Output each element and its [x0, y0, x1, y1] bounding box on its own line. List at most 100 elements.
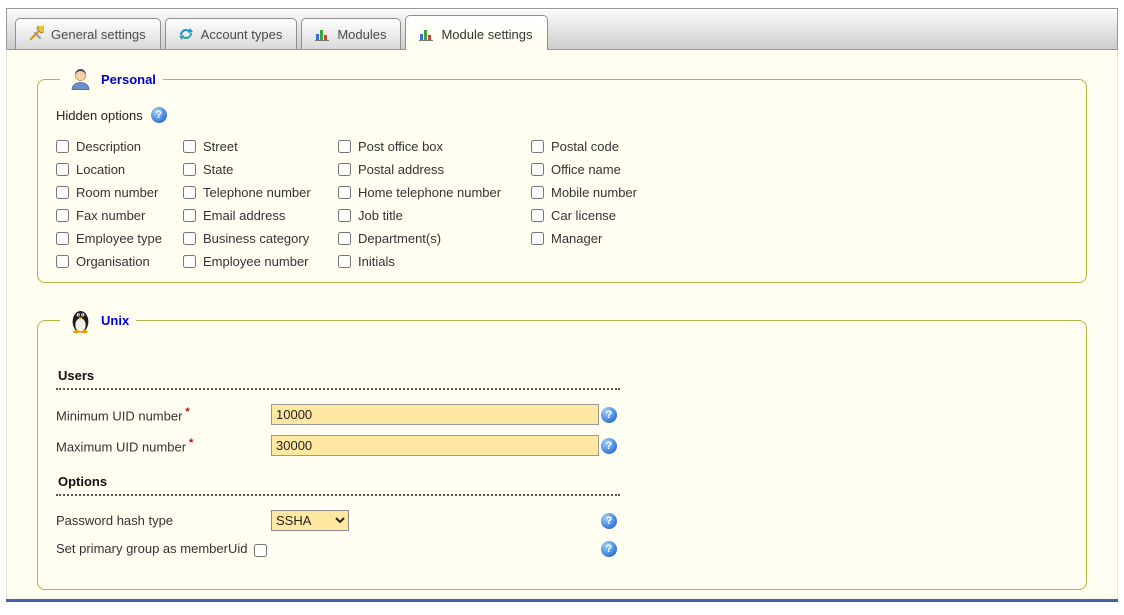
wrench-icon — [28, 26, 44, 42]
hidden-option-label: Postal code — [551, 139, 619, 154]
hidden-option-checkbox[interactable] — [56, 255, 69, 268]
hidden-option[interactable]: Post office box — [338, 139, 531, 153]
hidden-option-label: Post office box — [358, 139, 443, 154]
hidden-option[interactable]: State — [183, 162, 338, 176]
help-icon[interactable]: ? — [601, 407, 617, 423]
hidden-option-checkbox[interactable] — [183, 232, 196, 245]
hidden-option-checkbox[interactable] — [56, 163, 69, 176]
hidden-option[interactable]: Business category — [183, 231, 338, 245]
max-uid-label: Maximum UID number* — [56, 437, 271, 454]
hidden-option[interactable]: Car license — [531, 208, 637, 222]
hidden-option-label: Car license — [551, 208, 616, 223]
tab-label: General settings — [51, 27, 146, 42]
tab-module-settings[interactable]: Module settings — [405, 15, 547, 50]
hidden-option-checkbox[interactable] — [183, 255, 196, 268]
tab-general-settings[interactable]: General settings — [15, 18, 161, 49]
max-uid-row: Maximum UID number* ? — [56, 435, 1068, 456]
hidden-option-checkbox[interactable] — [531, 209, 544, 222]
help-icon[interactable]: ? — [151, 107, 167, 123]
hidden-option[interactable]: Fax number — [56, 208, 183, 222]
hidden-option-checkbox[interactable] — [338, 232, 351, 245]
hidden-option-checkbox[interactable] — [56, 140, 69, 153]
hidden-option-checkbox[interactable] — [338, 255, 351, 268]
member-uid-label: Set primary group as memberUid — [56, 541, 601, 556]
users-subheader: Users — [56, 366, 620, 390]
hidden-option[interactable]: Mobile number — [531, 185, 637, 199]
hidden-option-checkbox[interactable] — [531, 186, 544, 199]
hidden-option-checkbox[interactable] — [338, 209, 351, 222]
min-uid-input[interactable] — [271, 404, 599, 425]
hidden-option-checkbox[interactable] — [531, 163, 544, 176]
hidden-option[interactable]: Employee number — [183, 254, 338, 268]
hidden-option-label: Room number — [76, 185, 158, 200]
hidden-option-label: Mobile number — [551, 185, 637, 200]
hidden-option[interactable]: Department(s) — [338, 231, 531, 245]
hidden-option-checkbox[interactable] — [183, 163, 196, 176]
help-icon[interactable]: ? — [601, 541, 617, 557]
tab-modules[interactable]: Modules — [301, 18, 401, 49]
hidden-options-column-4: Postal code Office name Mobile number Ca… — [531, 139, 637, 268]
hidden-option[interactable]: Description — [56, 139, 183, 153]
hidden-option-label: Home telephone number — [358, 185, 501, 200]
hidden-option-label: Location — [76, 162, 125, 177]
hidden-option[interactable]: Telephone number — [183, 185, 338, 199]
hidden-option[interactable]: Home telephone number — [338, 185, 531, 199]
tab-label: Account types — [201, 27, 283, 42]
hidden-option[interactable]: Employee type — [56, 231, 183, 245]
hidden-option-checkbox[interactable] — [183, 209, 196, 222]
person-icon — [67, 66, 94, 93]
password-hash-label: Password hash type — [56, 513, 271, 528]
hidden-option-checkbox[interactable] — [338, 163, 351, 176]
content-area: Personal Hidden options ? Description Lo… — [6, 50, 1118, 599]
member-uid-row: Set primary group as memberUid ? — [56, 541, 1068, 557]
hidden-option-checkbox[interactable] — [183, 186, 196, 199]
hidden-option-checkbox[interactable] — [56, 186, 69, 199]
member-uid-checkbox[interactable] — [254, 544, 267, 557]
tab-label: Module settings — [441, 27, 532, 42]
hidden-option-label: Organisation — [76, 254, 150, 269]
hidden-option-label: Business category — [203, 231, 309, 246]
hidden-option[interactable]: Manager — [531, 231, 637, 245]
tab-account-types[interactable]: Account types — [165, 18, 298, 49]
hidden-option[interactable]: Initials — [338, 254, 531, 268]
hidden-option[interactable]: Location — [56, 162, 183, 176]
hidden-option-label: Fax number — [76, 208, 145, 223]
hidden-option-checkbox[interactable] — [338, 186, 351, 199]
hidden-option-label: Office name — [551, 162, 621, 177]
tux-penguin-icon — [67, 307, 94, 334]
hidden-option-label: Employee type — [76, 231, 162, 246]
hidden-option[interactable]: Room number — [56, 185, 183, 199]
hidden-option[interactable]: Job title — [338, 208, 531, 222]
required-marker: * — [189, 437, 193, 449]
hidden-option-checkbox[interactable] — [56, 232, 69, 245]
modules-icon — [314, 26, 330, 42]
hidden-option[interactable]: Street — [183, 139, 338, 153]
hidden-option-label: Department(s) — [358, 231, 441, 246]
hidden-option-checkbox[interactable] — [183, 140, 196, 153]
hidden-option-label: Manager — [551, 231, 602, 246]
hidden-options-grid: Description Location Room number Fax num… — [56, 139, 1068, 268]
hidden-option-label: Description — [76, 139, 141, 154]
max-uid-input[interactable] — [271, 435, 599, 456]
account-types-icon — [178, 26, 194, 42]
password-hash-select[interactable]: SSHA — [271, 510, 349, 531]
hidden-option[interactable]: Organisation — [56, 254, 183, 268]
password-hash-control: SSHA — [271, 510, 601, 531]
required-marker: * — [185, 406, 189, 418]
hidden-option[interactable]: Postal code — [531, 139, 637, 153]
hidden-option-checkbox[interactable] — [338, 140, 351, 153]
hidden-option-checkbox[interactable] — [531, 232, 544, 245]
help-icon[interactable]: ? — [601, 438, 617, 454]
hidden-option-label: Job title — [358, 208, 403, 223]
hidden-option-label: Employee number — [203, 254, 309, 269]
personal-legend: Personal — [60, 66, 163, 93]
help-icon[interactable]: ? — [601, 513, 617, 529]
hidden-option[interactable]: Email address — [183, 208, 338, 222]
lam-configuration-page: General settings Account types — [6, 8, 1118, 602]
unix-legend-text: Unix — [101, 313, 129, 328]
hidden-option-checkbox[interactable] — [56, 209, 69, 222]
hidden-option-checkbox[interactable] — [531, 140, 544, 153]
hidden-option[interactable]: Postal address — [338, 162, 531, 176]
hidden-option[interactable]: Office name — [531, 162, 637, 176]
hidden-options-column-2: Street State Telephone number Email addr… — [183, 139, 338, 268]
